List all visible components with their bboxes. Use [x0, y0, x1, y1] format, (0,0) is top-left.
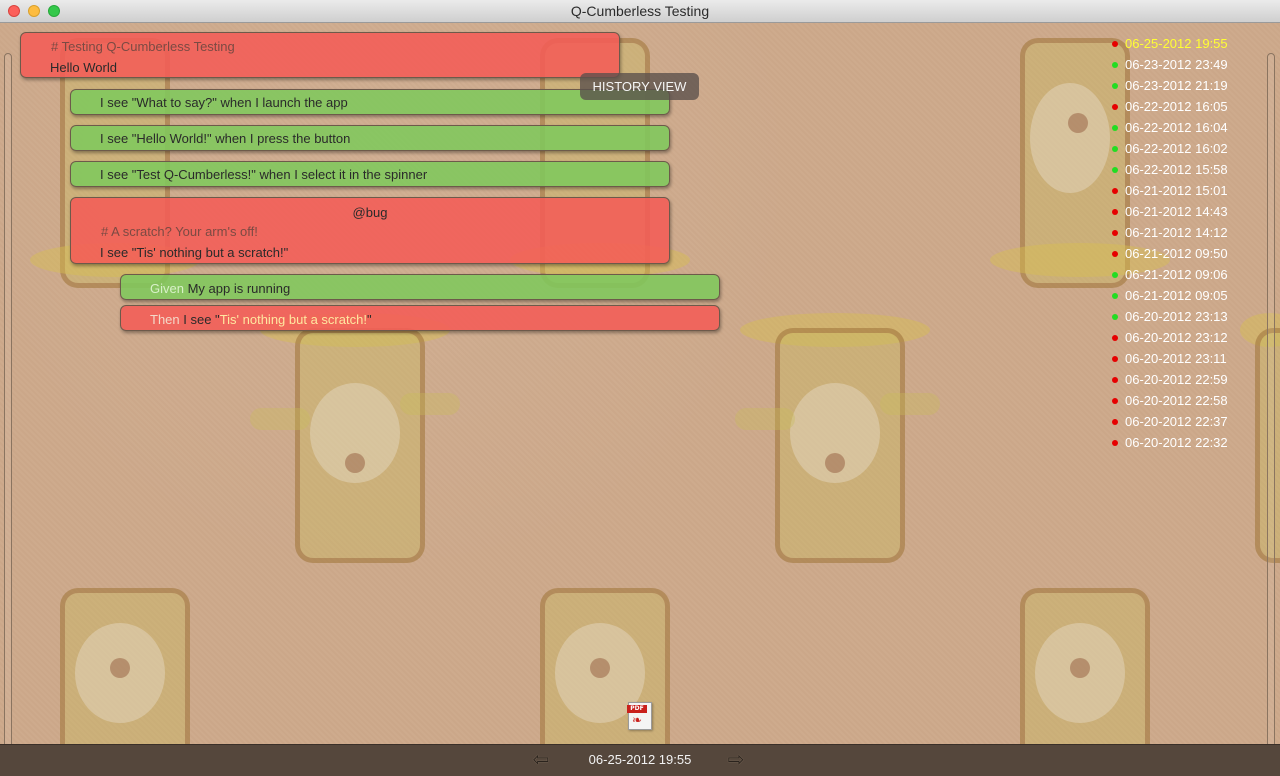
pdf-icon[interactable]: PDF ❧	[627, 702, 652, 730]
fail-status-dot-icon	[1112, 40, 1118, 47]
history-date: 06-21-2012 14:12	[1125, 225, 1228, 240]
step-bubble[interactable]: Given My app is running	[120, 274, 720, 300]
scenario-bubble[interactable]: I see "Hello World!" when I press the bu…	[70, 125, 670, 151]
history-item[interactable]: 06-21-2012 14:12	[1112, 222, 1262, 243]
history-item[interactable]: 06-21-2012 15:01	[1112, 180, 1262, 201]
history-item[interactable]: 06-22-2012 16:02	[1112, 138, 1262, 159]
fail-status-dot-icon	[1112, 103, 1118, 110]
step-line: Given My app is running	[150, 281, 290, 296]
history-item[interactable]: 06-20-2012 23:12	[1112, 327, 1262, 348]
history-date: 06-20-2012 23:13	[1125, 309, 1228, 324]
history-date: 06-21-2012 09:06	[1125, 267, 1228, 282]
feature-title: Hello World	[50, 60, 117, 75]
step-text-prefix: I see "	[183, 312, 220, 327]
step-text: My app is running	[187, 281, 291, 296]
pdf-icon-label: PDF	[627, 705, 647, 713]
history-date: 06-23-2012 21:19	[1125, 78, 1228, 93]
history-item[interactable]: 06-20-2012 23:11	[1112, 348, 1262, 369]
step-bubble[interactable]: Then I see "Tis' nothing but a scratch!"	[120, 305, 720, 331]
right-scroll-strip[interactable]	[1267, 53, 1275, 744]
history-date: 06-22-2012 16:02	[1125, 141, 1228, 156]
scenario-text: I see "What to say?" when I launch the a…	[100, 95, 348, 110]
pass-status-dot-icon	[1112, 61, 1118, 68]
bottom-bar: ⇦ 06-25-2012 19:55 ⇨	[0, 744, 1280, 776]
step-text-highlight: Tis' nothing but a scratch!	[219, 312, 367, 327]
scenario-bubble[interactable]: I see "Test Q-Cumberless!" when I select…	[70, 161, 670, 187]
pass-status-dot-icon	[1112, 313, 1118, 320]
feature-comment: # Testing Q-Cumberless Testing	[51, 39, 235, 54]
history-item[interactable]: 06-23-2012 23:49	[1112, 54, 1262, 75]
window-title: Q-Cumberless Testing	[570, 3, 710, 19]
step-keyword: Given	[150, 281, 184, 296]
history-date: 06-21-2012 09:50	[1125, 246, 1228, 261]
fail-status-dot-icon	[1112, 418, 1118, 425]
history-item[interactable]: 06-20-2012 22:37	[1112, 411, 1262, 432]
history-date: 06-20-2012 22:37	[1125, 414, 1228, 429]
scenario-text: I see "Test Q-Cumberless!" when I select…	[100, 167, 428, 182]
scenario-text: I see "Tis' nothing but a scratch!"	[100, 245, 289, 260]
history-item[interactable]: 06-20-2012 22:59	[1112, 369, 1262, 390]
feature-bubble[interactable]: # Testing Q-Cumberless Testing Hello Wor…	[20, 32, 620, 78]
history-date: 06-22-2012 15:58	[1125, 162, 1228, 177]
fail-status-dot-icon	[1112, 376, 1118, 383]
fail-status-dot-icon	[1112, 208, 1118, 215]
history-date: 06-21-2012 15:01	[1125, 183, 1228, 198]
history-item[interactable]: 06-21-2012 09:50	[1112, 243, 1262, 264]
pdf-icon-symbol: ❧	[632, 713, 643, 727]
history-date: 06-20-2012 22:58	[1125, 393, 1228, 408]
window-titlebar: Q-Cumberless Testing	[0, 0, 1280, 23]
fail-status-dot-icon	[1112, 229, 1118, 236]
history-item[interactable]: 06-20-2012 23:13	[1112, 306, 1262, 327]
history-item[interactable]: 06-22-2012 15:58	[1112, 159, 1262, 180]
fail-status-dot-icon	[1112, 439, 1118, 446]
history-view-badge[interactable]: HISTORY VIEW	[580, 73, 699, 100]
history-list: 06-25-2012 19:55 06-23-2012 23:49 06-23-20…	[1112, 33, 1262, 453]
current-run-date: 06-25-2012 19:55	[588, 752, 692, 767]
history-item[interactable]: 06-20-2012 22:32	[1112, 432, 1262, 453]
history-date: 06-20-2012 23:11	[1125, 351, 1227, 366]
history-item[interactable]: 06-20-2012 22:58	[1112, 390, 1262, 411]
history-item[interactable]: 06-21-2012 09:05	[1112, 285, 1262, 306]
bug-scenario-bubble[interactable]: @bug # A scratch? Your arm's off! I see …	[70, 197, 670, 264]
pass-status-dot-icon	[1112, 124, 1118, 131]
history-date: 06-20-2012 23:12	[1125, 330, 1228, 345]
step-text-suffix: "	[366, 312, 372, 327]
history-item[interactable]: 06-21-2012 09:06	[1112, 264, 1262, 285]
history-item[interactable]: 06-22-2012 16:04	[1112, 117, 1262, 138]
history-date: 06-25-2012 19:55	[1125, 36, 1228, 51]
fail-status-dot-icon	[1112, 355, 1118, 362]
history-item[interactable]: 06-25-2012 19:55	[1112, 33, 1262, 54]
pass-status-dot-icon	[1112, 292, 1118, 299]
history-item[interactable]: 06-21-2012 14:43	[1112, 201, 1262, 222]
history-date: 06-21-2012 14:43	[1125, 204, 1228, 219]
history-date: 06-20-2012 22:32	[1125, 435, 1228, 450]
fail-status-dot-icon	[1112, 187, 1118, 194]
arrow-right-icon[interactable]: ⇨	[723, 750, 749, 770]
history-date: 06-22-2012 16:04	[1125, 120, 1228, 135]
fail-status-dot-icon	[1112, 250, 1118, 257]
scenario-text: I see "Hello World!" when I press the bu…	[100, 131, 351, 146]
step-line: Then I see "Tis' nothing but a scratch!"	[150, 312, 372, 327]
pass-status-dot-icon	[1112, 82, 1118, 89]
scenario-tag: @bug	[352, 205, 388, 220]
history-date: 06-21-2012 09:05	[1125, 288, 1228, 303]
pass-status-dot-icon	[1112, 271, 1118, 278]
scenario-comment: # A scratch? Your arm's off!	[101, 224, 258, 239]
history-date: 06-20-2012 22:59	[1125, 372, 1228, 387]
pass-status-dot-icon	[1112, 166, 1118, 173]
history-date: 06-22-2012 16:05	[1125, 99, 1228, 114]
arrow-left-icon[interactable]: ⇦	[528, 750, 554, 770]
fail-status-dot-icon	[1112, 397, 1118, 404]
pass-status-dot-icon	[1112, 145, 1118, 152]
left-scroll-strip[interactable]	[4, 53, 12, 744]
history-item[interactable]: 06-23-2012 21:19	[1112, 75, 1262, 96]
step-keyword: Then	[150, 312, 180, 327]
history-date: 06-23-2012 23:49	[1125, 57, 1228, 72]
fail-status-dot-icon	[1112, 334, 1118, 341]
history-item[interactable]: 06-22-2012 16:05	[1112, 96, 1262, 117]
